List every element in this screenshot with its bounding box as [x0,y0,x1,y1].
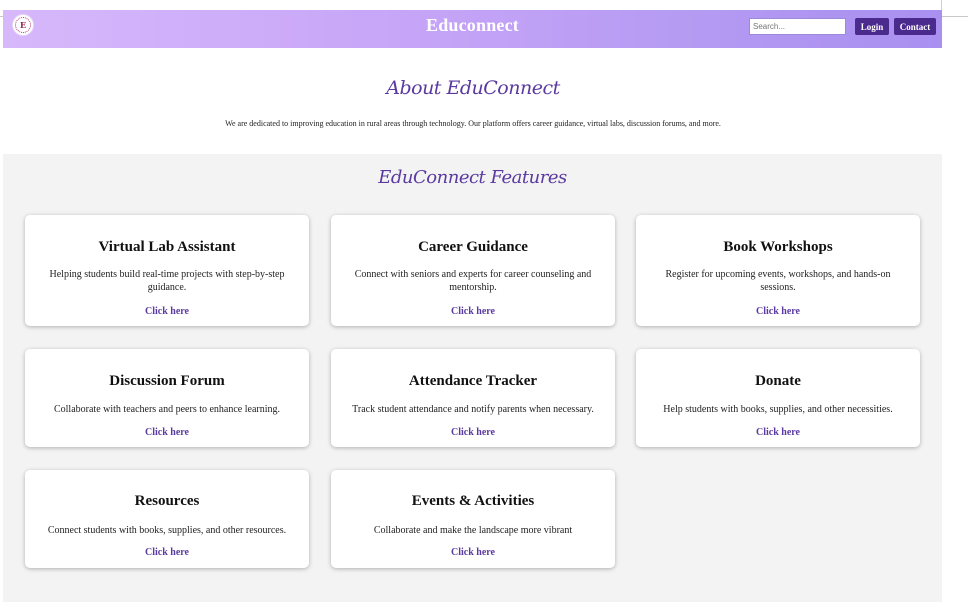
login-button[interactable]: Login [855,18,889,35]
card-link[interactable]: Click here [636,306,920,317]
card-title: Attendance Tracker [408,373,538,389]
card-link[interactable]: Click here [25,547,309,558]
card-link[interactable]: Click here [636,427,920,438]
search-input[interactable] [749,18,846,35]
card-link[interactable]: Click here [331,547,615,558]
card-description: Connect with seniors and experts for car… [354,269,592,293]
card-title: Career Guidance [418,239,528,255]
feature-card-career-guidance: Career Guidance Connect with seniors and… [331,215,615,326]
card-title: Events & Activities [411,493,535,509]
feature-card-discussion-forum: Discussion Forum Collaborate with teache… [25,349,309,447]
card-title: Resources [134,493,200,509]
about-text: We are dedicated to improving education … [225,119,721,128]
card-description: Register for upcoming events, workshops,… [665,269,891,293]
card-link[interactable]: Click here [25,306,309,317]
card-link[interactable]: Click here [331,306,615,317]
contact-button[interactable]: Contact [894,18,936,35]
card-link[interactable]: Click here [331,427,615,438]
feature-card-donate: Donate Help students with books, supplie… [636,349,920,447]
feature-card-events-activities: Events & Activities Collaborate and make… [331,470,615,568]
feature-card-resources: Resources Connect students with books, s… [25,470,309,568]
card-title: Donate [755,373,801,389]
navbar: E Educonnect Login Contact [3,10,942,48]
card-description: Connect students with books, supplies, a… [47,525,287,536]
about-title: About EduConnect [386,77,560,99]
features-title: EduConnect Features [378,167,567,188]
card-title: Virtual Lab Assistant [98,239,236,255]
card-description: Collaborate and make the landscape more … [373,525,573,536]
card-link[interactable]: Click here [25,427,309,438]
features-section: EduConnect Features Virtual Lab Assistan… [3,154,942,602]
card-description: Help students with books, supplies, and … [663,404,893,415]
card-title: Book Workshops [723,239,833,255]
feature-card-book-workshops: Book Workshops Register for upcoming eve… [636,215,920,326]
card-description: Track student attendance and notify pare… [352,404,594,415]
card-description: Collaborate with teachers and peers to e… [53,404,280,415]
feature-card-attendance-tracker: Attendance Tracker Track student attenda… [331,349,615,447]
feature-card-virtual-lab: Virtual Lab Assistant Helping students b… [25,215,309,326]
card-description: Helping students build real-time project… [49,269,285,293]
card-title: Discussion Forum [109,373,225,389]
